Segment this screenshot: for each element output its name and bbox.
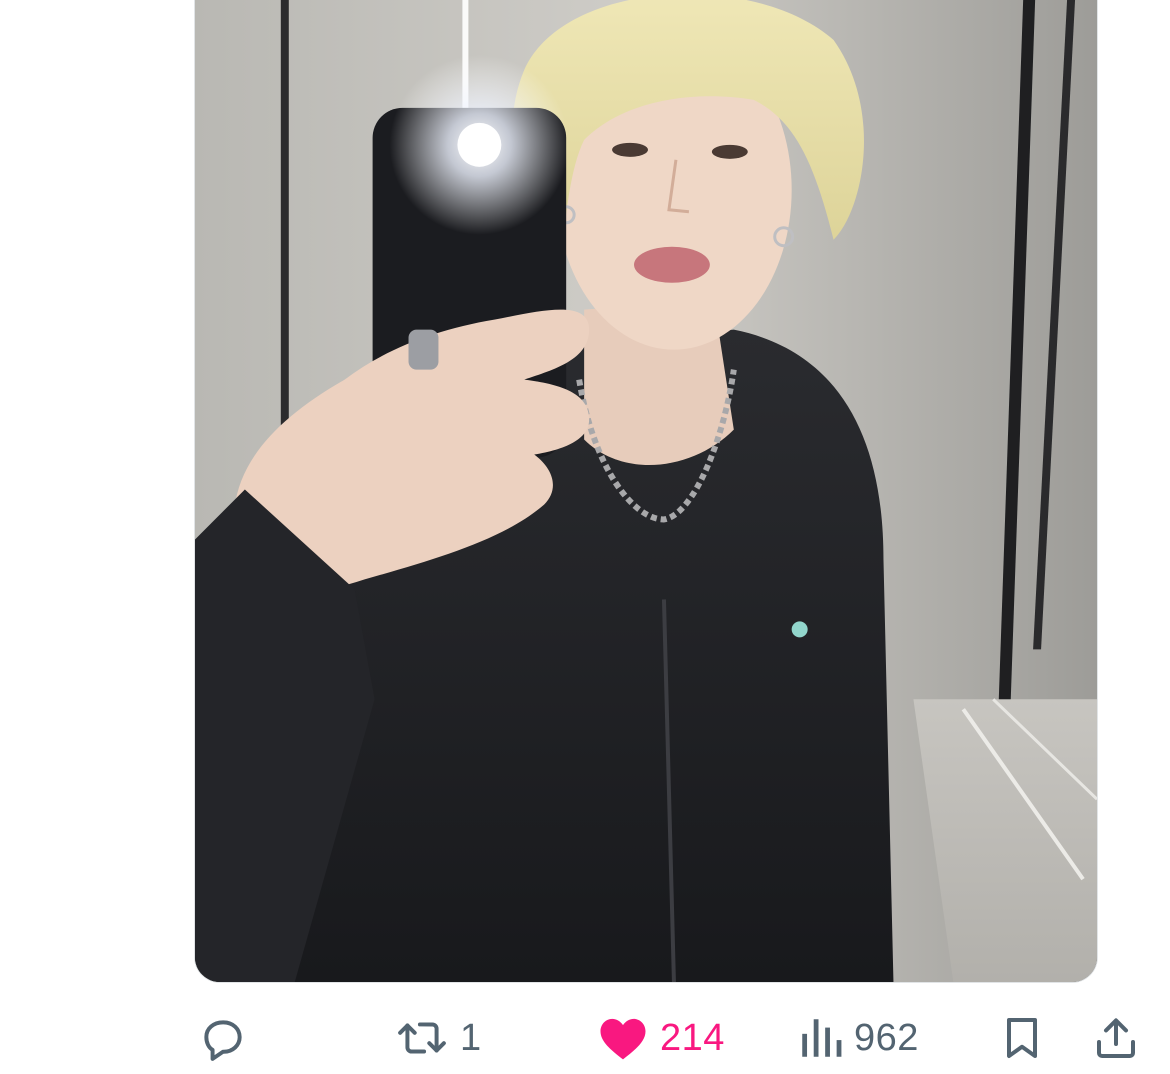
- like-button[interactable]: 214: [596, 1012, 725, 1064]
- bookmark-button[interactable]: [998, 1012, 1046, 1064]
- views-count: 962: [854, 1017, 919, 1059]
- repost-icon: [394, 1013, 450, 1063]
- reply-button[interactable]: [198, 1012, 258, 1064]
- reply-icon: [198, 1013, 248, 1063]
- heart-icon: [596, 1013, 650, 1063]
- mirror-selfie-photo: [195, 0, 1097, 982]
- views-button[interactable]: 962: [798, 1012, 919, 1064]
- post-media-photo[interactable]: [194, 0, 1098, 983]
- like-count: 214: [660, 1017, 725, 1059]
- views-chart-icon: [798, 1013, 844, 1063]
- repost-button[interactable]: 1: [394, 1012, 482, 1064]
- post: 1 214 962: [0, 0, 1170, 1074]
- share-icon: [1092, 1013, 1140, 1063]
- bookmark-icon: [998, 1013, 1046, 1063]
- repost-count: 1: [460, 1017, 482, 1059]
- share-button[interactable]: [1092, 1012, 1140, 1064]
- post-action-bar: 1 214 962: [0, 1006, 1170, 1074]
